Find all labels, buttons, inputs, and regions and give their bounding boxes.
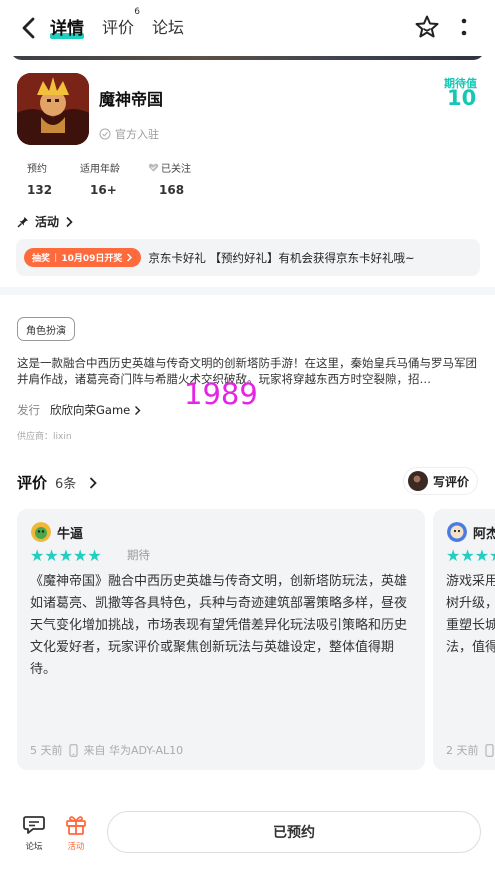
activity-link-label: 活动 — [35, 215, 60, 229]
stat-followers-value: 168 — [159, 183, 185, 197]
review-meta: 2 天前 — [446, 742, 494, 758]
lottery-badge-left: 抽奖 — [32, 254, 51, 264]
forum-label: 论坛 — [25, 842, 43, 852]
user-avatar — [408, 471, 428, 491]
verified-check-icon — [99, 128, 111, 140]
rating-stars: ★★★★★ — [30, 546, 102, 565]
watermark-text: 1989 — [184, 377, 258, 411]
stat-followers-label-text: 已关注 — [161, 164, 191, 175]
review-tag: 期待 — [127, 548, 150, 562]
phone-icon — [485, 743, 493, 757]
tab-details[interactable]: 详情 — [50, 14, 84, 39]
publisher-link[interactable]: 欣欣向荣Game — [50, 402, 141, 418]
section-divider — [0, 287, 495, 295]
favorite-star-icon[interactable] — [414, 14, 440, 40]
app-icon — [17, 73, 89, 145]
write-review-button[interactable]: 写评价 — [403, 467, 478, 495]
chevron-right-icon — [66, 216, 73, 227]
phone-icon — [69, 743, 77, 757]
publisher-name: 欣欣向荣Game — [50, 403, 131, 417]
gift-icon — [66, 816, 86, 835]
tab-reviews-badge: 6 — [134, 7, 141, 17]
reviewer-name: 牛逼 — [57, 527, 84, 542]
stat-reservations-label: 预约 — [27, 164, 47, 175]
review-time: 5 天前 — [30, 744, 63, 757]
supplier-text: 供应商：lixin — [17, 432, 72, 442]
stat-reservations-value: 132 — [27, 183, 53, 197]
tab-reviews[interactable]: 评价 6 — [102, 7, 140, 39]
stat-followers[interactable]: 已关注 168 — [148, 160, 191, 197]
chevron-right-icon — [90, 476, 98, 489]
app-title: 魔神帝国 — [99, 90, 164, 109]
reviewer-avatar — [447, 522, 467, 542]
reviews-count: 6条 — [55, 477, 77, 492]
chat-bubble-icon — [23, 816, 45, 834]
reviewer-avatar — [31, 522, 51, 542]
tab-forum[interactable]: 论坛 — [152, 14, 184, 39]
activity-text: 京东卡好礼 【预约好礼】有机会获得京东卡好礼哦~ — [148, 250, 415, 265]
top-bar: 详情 评价 6 论坛 — [0, 0, 495, 56]
review-text: 《魔神帝国》融合中西历史英雄与传奇文明，创新塔防玩法，英雄如诸葛亮、凯撒等各具特… — [30, 574, 408, 677]
review-device: 来自 华为ADY-AL10 — [83, 744, 184, 757]
publisher-row: 发行 欣欣向荣Game — [17, 402, 141, 418]
back-arrow-icon[interactable] — [18, 14, 42, 42]
activity-link[interactable]: 活动 — [17, 213, 73, 230]
stat-age-label: 适用年龄 — [80, 164, 120, 175]
badge-chevron-icon — [127, 253, 133, 262]
review-card[interactable]: 牛逼 ★★★★★ 期待 《魔神帝国》融合中西历史英雄与传奇文明，创新塔防玩法，英… — [17, 509, 425, 770]
review-text: 游戏采用树升级，重塑长城法，值得 — [446, 574, 495, 655]
stat-reservations: 预约 132 — [27, 160, 52, 197]
reviews-header[interactable]: 评价 6条 — [17, 472, 98, 493]
heart-check-icon — [148, 163, 159, 172]
official-label: 官方入驻 — [115, 128, 159, 141]
lottery-badge-right: 10月09日开奖 — [61, 254, 123, 264]
review-time: 2 天前 — [446, 744, 479, 757]
forum-button[interactable]: 论坛 — [19, 814, 49, 852]
chevron-right-icon — [135, 405, 141, 415]
stat-followers-label: 已关注 — [148, 160, 191, 175]
lottery-badge-separator: | — [54, 252, 58, 263]
activity-label: 活动 — [67, 842, 85, 852]
reviewer-name: 阿杰 — [473, 527, 495, 542]
bottom-action-bar: 论坛 活动 已预约 — [0, 800, 495, 880]
expect-value: 10 — [447, 86, 477, 110]
official-badge: 官方入驻 — [99, 126, 159, 142]
pin-icon — [17, 216, 28, 227]
stat-age-value: 16+ — [90, 183, 117, 197]
genre-tag[interactable]: 角色扮演 — [17, 317, 75, 341]
review-meta: 5 天前 来自 华为ADY-AL10 — [30, 742, 183, 758]
activity-button[interactable]: 活动 — [61, 814, 91, 852]
activity-banner[interactable]: 抽奖 | 10月09日开奖 京东卡好礼 【预约好礼】有机会获得京东卡好礼哦~ — [16, 239, 480, 276]
tab-reviews-label: 评价 — [102, 18, 135, 37]
lottery-badge: 抽奖 | 10月09日开奖 — [24, 248, 142, 267]
stats-row: 预约 132 适用年龄 16+ 已关注 168 — [0, 160, 495, 200]
app-icon-art — [17, 73, 89, 145]
rating-stars: ★★★★★ — [446, 546, 495, 565]
tab-bar: 详情 评价 6 论坛 — [50, 7, 184, 39]
publisher-label: 发行 — [17, 403, 40, 417]
more-options-icon[interactable] — [456, 14, 472, 40]
write-review-label: 写评价 — [433, 474, 470, 489]
reserve-button[interactable]: 已预约 — [107, 811, 481, 853]
review-card[interactable]: 阿杰 ★★★★★ 游戏采用树升级，重塑长城法，值得 2 天前 — [433, 509, 495, 770]
reviews-title: 评价 — [17, 474, 48, 492]
stat-age: 适用年龄 16+ — [80, 160, 120, 197]
